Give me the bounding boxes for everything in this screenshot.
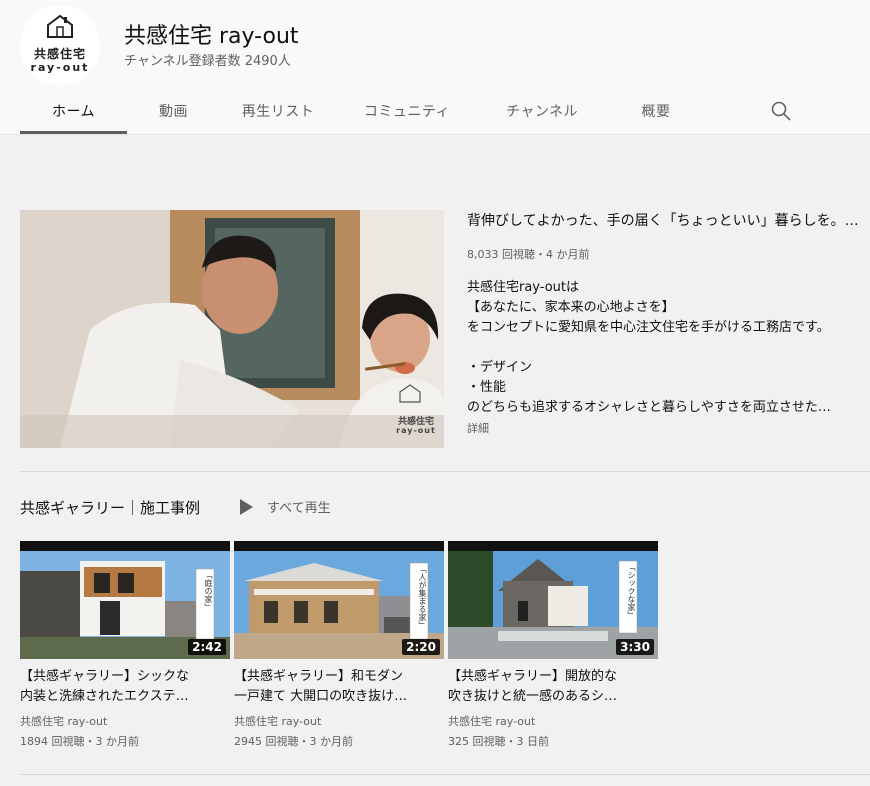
video-duration: 2:20: [402, 639, 440, 655]
video-title-line: 吹き抜けと統一感のあるシ…: [448, 689, 618, 704]
video-card[interactable]: 「庭の家」 2:42 【共感ギャラリー】シックな 内装と洗練されたエクステ… 共…: [20, 541, 230, 749]
description-line: [467, 338, 862, 358]
video-title[interactable]: 【共感ギャラリー】シックな 内装と洗練されたエクステ…: [20, 667, 230, 707]
video-meta: 1894 回視聴・3 か月前: [20, 735, 139, 748]
tab-videos[interactable]: 動画: [127, 88, 220, 134]
video-duration: 2:42: [188, 639, 226, 655]
channel-tabs: ホーム 動画 再生リスト コミュニティ チャンネル 概要: [20, 88, 706, 134]
video-channel[interactable]: 共感住宅 ray-out: [20, 713, 230, 729]
featured-info: 背伸びしてよかった、手の届く「ちょっといい」暮らしを。… 8,033 回視聴・4…: [467, 210, 862, 436]
tab-community[interactable]: コミュニティ: [336, 88, 478, 134]
description-line: をコンセプトに愛知県を中心注文住宅を手がける工務店です。: [467, 320, 830, 335]
video-title-line: 【共感ギャラリー】シックな: [20, 669, 190, 684]
tab-label: コミュニティ: [363, 104, 451, 120]
description-line: ・デザイン: [467, 360, 533, 375]
tab-home[interactable]: ホーム: [20, 88, 127, 134]
thumbnail-overlay-text: 「人が集まる家」: [418, 565, 427, 629]
thumbnail-overlay-text: 「庭の家」: [204, 571, 213, 611]
video-meta: 2945 回視聴・3 か月前: [234, 735, 353, 748]
tab-label: 再生リスト: [241, 104, 315, 120]
thumbnail-overlay-text: 「シックな家」: [627, 563, 636, 619]
logo-text-en: ray-out: [30, 61, 90, 74]
divider: [20, 774, 870, 775]
read-more-link[interactable]: 詳細: [467, 420, 862, 436]
description-line: 【あなたに、家本来の心地よさを】: [467, 300, 675, 315]
divider: [20, 471, 870, 472]
description-line: 共感住宅ray-outは: [467, 280, 579, 295]
channel-avatar[interactable]: 共感住宅 ray-out: [20, 5, 100, 85]
featured-title[interactable]: 背伸びしてよかった、手の届く「ちょっといい」暮らしを。…: [467, 210, 862, 232]
video-title-line: 【共感ギャラリー】和モダン: [234, 669, 404, 684]
video-card[interactable]: 「シックな家」 3:30 【共感ギャラリー】開放的な 吹き抜けと統一感のあるシ……: [448, 541, 658, 749]
house-logo-icon: [47, 14, 73, 38]
featured-meta: 8,033 回視聴・4 か月前: [467, 248, 590, 261]
featured-thumbnail-image: [20, 210, 444, 448]
tab-channels[interactable]: チャンネル: [478, 88, 606, 134]
play-icon: [240, 498, 253, 515]
tab-label: チャンネル: [505, 104, 579, 120]
video-thumbnail[interactable]: 「シックな家」 3:30: [448, 541, 658, 659]
video-title[interactable]: 【共感ギャラリー】和モダン 一戸建て 大開口の吹き抜け…: [234, 667, 444, 707]
video-thumbnail[interactable]: 「人が集まる家」 2:20: [234, 541, 444, 659]
video-meta: 325 回視聴・3 日前: [448, 735, 549, 748]
search-icon[interactable]: [770, 100, 792, 122]
tab-label: 概要: [641, 104, 671, 120]
tab-label: 動画: [159, 104, 188, 120]
subscriber-count: チャンネル登録者数 2490人: [124, 54, 291, 69]
shelf-title[interactable]: 共感ギャラリー｜施工事例: [20, 497, 200, 518]
video-title-line: 内装と洗練されたエクステ…: [20, 689, 189, 704]
channel-name: 共感住宅 ray-out: [124, 24, 299, 49]
video-thumbnail[interactable]: 「庭の家」 2:42: [20, 541, 230, 659]
video-channel[interactable]: 共感住宅 ray-out: [234, 713, 444, 729]
video-title-line: 【共感ギャラリー】開放的な: [448, 669, 618, 684]
featured-description: 共感住宅ray-outは 【あなたに、家本来の心地よさを】 をコンセプトに愛知県…: [467, 278, 862, 418]
play-all-label: すべて再生: [267, 501, 331, 516]
video-duration: 3:30: [616, 639, 654, 655]
channel-header: 共感住宅 ray-out 共感住宅 ray-out チャンネル登録者数 2490…: [0, 0, 870, 135]
logo-text-jp: 共感住宅: [33, 47, 86, 61]
tab-label: ホーム: [51, 104, 96, 120]
description-line: のどちらも追求するオシャレさと暮らしやすさを両立させた…: [467, 400, 831, 415]
description-line: ・性能: [467, 380, 507, 395]
watermark-en: ray-out: [396, 426, 436, 435]
featured-video-player[interactable]: 共感住宅 ray-out: [20, 210, 444, 448]
play-all-button[interactable]: すべて再生: [240, 497, 331, 516]
video-title[interactable]: 【共感ギャラリー】開放的な 吹き抜けと統一感のあるシ…: [448, 667, 658, 707]
video-channel[interactable]: 共感住宅 ray-out: [448, 713, 658, 729]
video-title-line: 一戸建て 大開口の吹き抜け…: [234, 689, 408, 704]
tab-playlists[interactable]: 再生リスト: [220, 88, 336, 134]
video-card[interactable]: 「人が集まる家」 2:20 【共感ギャラリー】和モダン 一戸建て 大開口の吹き抜…: [234, 541, 444, 749]
tab-about[interactable]: 概要: [606, 88, 706, 134]
